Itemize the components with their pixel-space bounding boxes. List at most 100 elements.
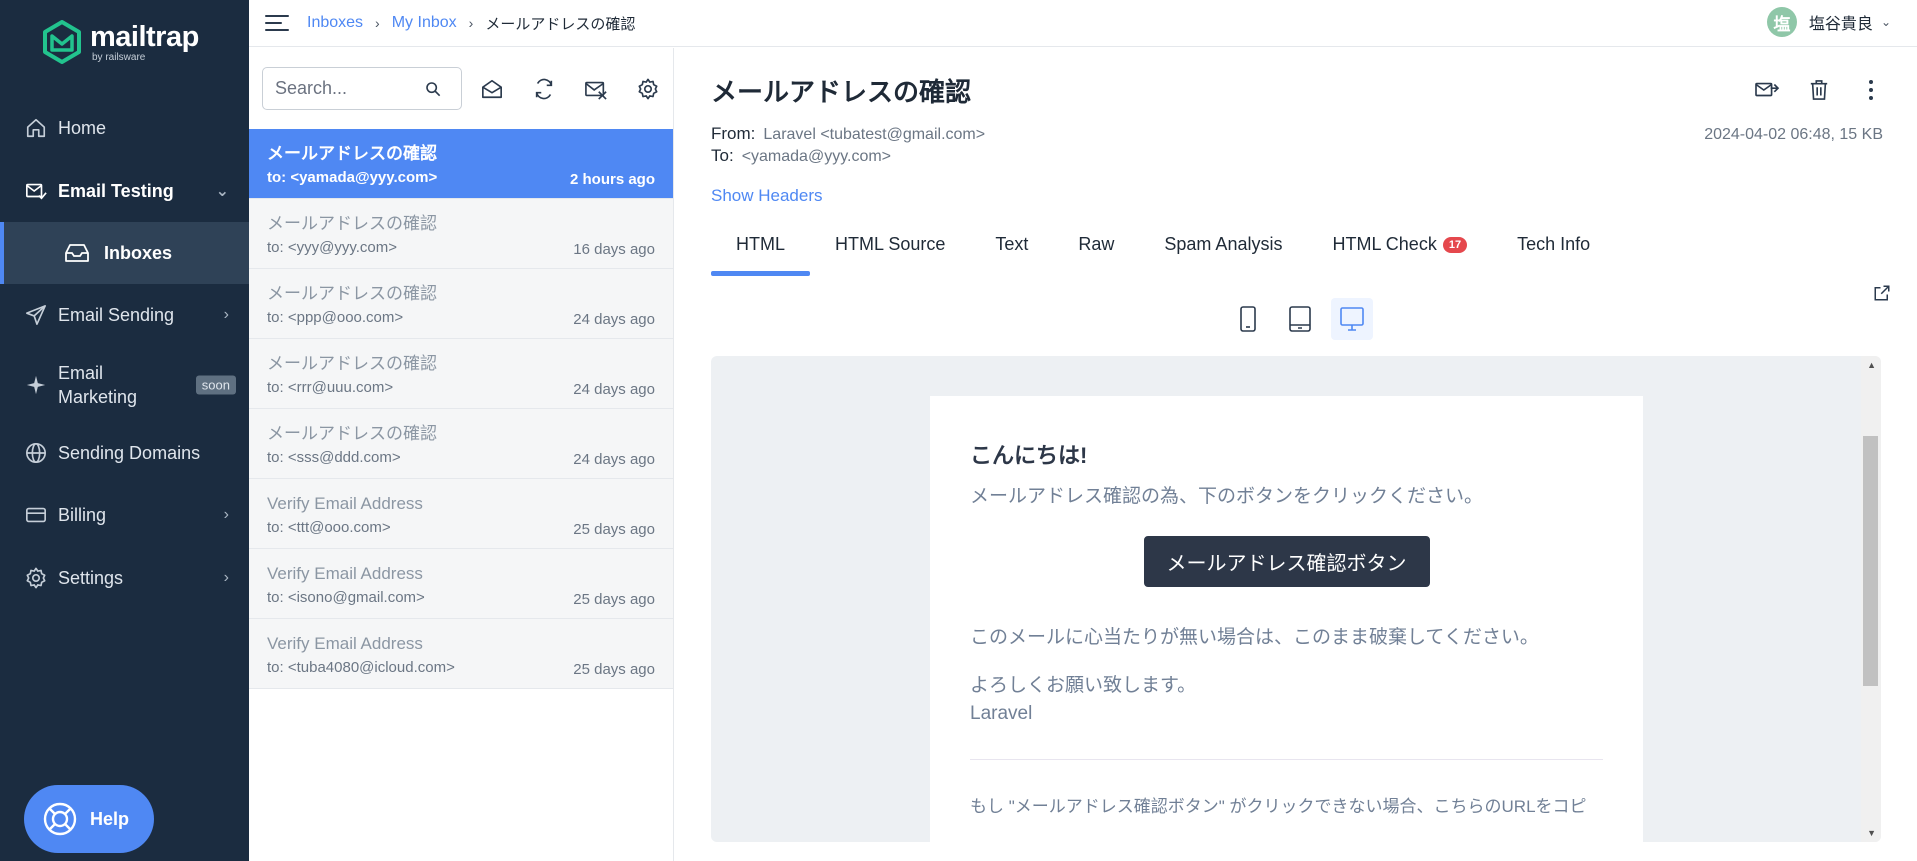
more-options-button[interactable] [1855,74,1887,106]
mobile-view-button[interactable] [1227,298,1269,340]
breadcrumb-separator: › [375,15,380,31]
sidebar-item-label: Email [58,363,104,383]
to-value: <yamada@yyy.com> [741,148,892,165]
clear-inbox-button[interactable] [574,67,618,111]
tab-tech-info[interactable]: Tech Info [1492,230,1615,276]
list-item[interactable]: Verify Email Address to: <ttt@ooo.com> 2… [249,479,673,549]
send-icon [24,303,48,327]
scroll-down-arrow-icon[interactable]: ▼ [1867,828,1876,838]
list-item[interactable]: Verify Email Address to: <tuba4080@iclou… [249,619,673,689]
email-line-2: このメールに心当たりが無い場合は、このまま破棄してください。 [970,627,1539,648]
sidebar-item-label-2: Marketing [58,387,138,407]
search-icon[interactable] [425,81,441,97]
tab-html[interactable]: HTML [711,230,810,276]
sidebar-item-label: Email Sending [58,304,175,325]
message-subject: Verify Email Address [267,634,423,653]
sidebar-item-email-testing[interactable]: Email Testing ⌄ [0,160,249,222]
message-time: 24 days ago [573,311,655,328]
trash-icon [1810,80,1828,100]
refresh-button[interactable] [522,67,566,111]
scroll-thumb[interactable] [1863,436,1878,686]
sidebar-item-label: Home [58,117,107,138]
search-input[interactable] [275,78,425,99]
delete-button[interactable] [1803,74,1835,106]
tab-html-check[interactable]: HTML Check 17 [1307,230,1492,276]
inbox-settings-button[interactable] [626,67,670,111]
from-value: Laravel <tubatest@gmail.com> [763,126,986,143]
list-item[interactable]: メールアドレスの確認 to: <yyy@yyy.com> 16 days ago [249,199,673,269]
open-envelope-icon [482,79,502,98]
sidebar-item-label: Settings [58,567,124,588]
user-menu[interactable]: 塩 塩谷貴良 ⌄ [1766,7,1891,37]
desktop-view-button[interactable] [1331,298,1373,340]
message-time: 24 days ago [573,381,655,398]
menu-icon[interactable] [265,12,289,34]
message-subject: Verify Email Address [267,564,423,583]
email-signature: Laravel [970,703,1033,724]
scroll-up-arrow-icon[interactable]: ▲ [1867,360,1876,370]
message-time: 24 days ago [573,451,655,468]
breadcrumb-inboxes[interactable]: Inboxes [307,14,363,32]
mark-all-read-button[interactable] [470,67,514,111]
avatar: 塩 [1766,7,1797,37]
desktop-icon [1340,307,1364,331]
open-in-new-window-button[interactable] [1873,284,1891,307]
message-view: メールアドレスの確認 From: Laravel <tubatest@gmail.… [675,48,1917,861]
message-subject: メールアドレスの確認 [267,354,437,373]
tab-text[interactable]: Text [970,230,1053,276]
chevron-right-icon: › [223,569,229,586]
sidebar-item-sending-domains[interactable]: Sending Domains [0,422,249,484]
email-footnote: もし "メールアドレス確認ボタン" がクリックできない場合、こちらのURLをコピ [970,797,1587,816]
list-item[interactable]: Verify Email Address to: <isono@gmail.co… [249,549,673,619]
tab-label: Tech Info [1517,234,1591,254]
list-item[interactable]: メールアドレスの確認 to: <ppp@ooo.com> 24 days ago [249,269,673,339]
tab-spam-analysis[interactable]: Spam Analysis [1139,230,1307,276]
sidebar: mailtrap by railsware Home Email Testing… [0,0,249,861]
list-toolbar [249,48,673,129]
chevron-right-icon: › [223,506,229,523]
tab-html-source[interactable]: HTML Source [810,230,970,276]
verify-email-button[interactable]: メールアドレス確認ボタン [1143,536,1430,587]
tab-label: Spam Analysis [1164,234,1283,254]
breadcrumb-current: メールアドレスの確認 [485,15,636,33]
lifebuoy-icon [43,802,77,836]
tab-label: HTML Source [835,234,946,254]
message-tabs: HTML HTML Source Text Raw Spam Analysis … [711,230,1615,276]
tab-label: Raw [1078,234,1115,254]
refresh-icon [535,78,553,99]
message-subject: メールアドレスの確認 [267,144,437,163]
html-check-count-badge: 17 [1442,237,1468,253]
mailtrap-logo-icon [43,20,81,64]
mailtrap-logo[interactable]: mailtrap by railsware [42,20,199,64]
tab-raw[interactable]: Raw [1053,230,1139,276]
sidebar-item-home[interactable]: Home [0,97,249,159]
soon-badge: soon [195,375,236,395]
show-headers-link[interactable]: Show Headers [711,186,823,206]
sidebar-item-email-sending[interactable]: Email Sending › [0,284,249,346]
sidebar-item-label: Inboxes [104,242,173,263]
list-item[interactable]: メールアドレスの確認 to: <yamada@yyy.com> 2 hours … [249,129,673,199]
search-box [262,67,462,110]
tablet-view-button[interactable] [1279,298,1321,340]
user-name: 塩谷貴良 [1808,16,1873,33]
device-switcher [1227,298,1373,340]
breadcrumb-my-inbox[interactable]: My Inbox [392,14,457,32]
chevron-down-icon: ⌄ [215,183,229,200]
more-vertical-icon [1869,80,1873,100]
preview-scrollbar[interactable]: ▲ ▼ [1861,356,1881,842]
message-date: 2024-04-02 06:48, 15 KB [1704,126,1883,143]
sidebar-item-billing[interactable]: Billing › [0,484,249,546]
sidebar-item-settings[interactable]: Settings › [0,547,249,609]
help-button[interactable]: Help [24,785,154,853]
list-item[interactable]: メールアドレスの確認 to: <sss@ddd.com> 24 days ago [249,409,673,479]
email-line-3: よろしくお願い致します。 [970,675,1197,696]
gear-icon [638,78,658,99]
email-body: こんにちは! メールアドレス確認の為、下のボタンをクリックください。 メールアド… [930,396,1643,842]
brand-sub: by railsware [92,51,146,63]
sidebar-item-inboxes[interactable]: Inboxes [0,222,249,284]
sidebar-item-email-marketing[interactable]: Email Marketing soon [0,354,249,416]
breadcrumb: Inboxes › My Inbox › メールアドレスの確認 [307,13,635,34]
list-item[interactable]: メールアドレスの確認 to: <rrr@uuu.com> 24 days ago [249,339,673,409]
email-preview-frame[interactable]: こんにちは! メールアドレス確認の為、下のボタンをクリックください。 メールアド… [711,356,1881,842]
forward-button[interactable] [1751,74,1783,106]
